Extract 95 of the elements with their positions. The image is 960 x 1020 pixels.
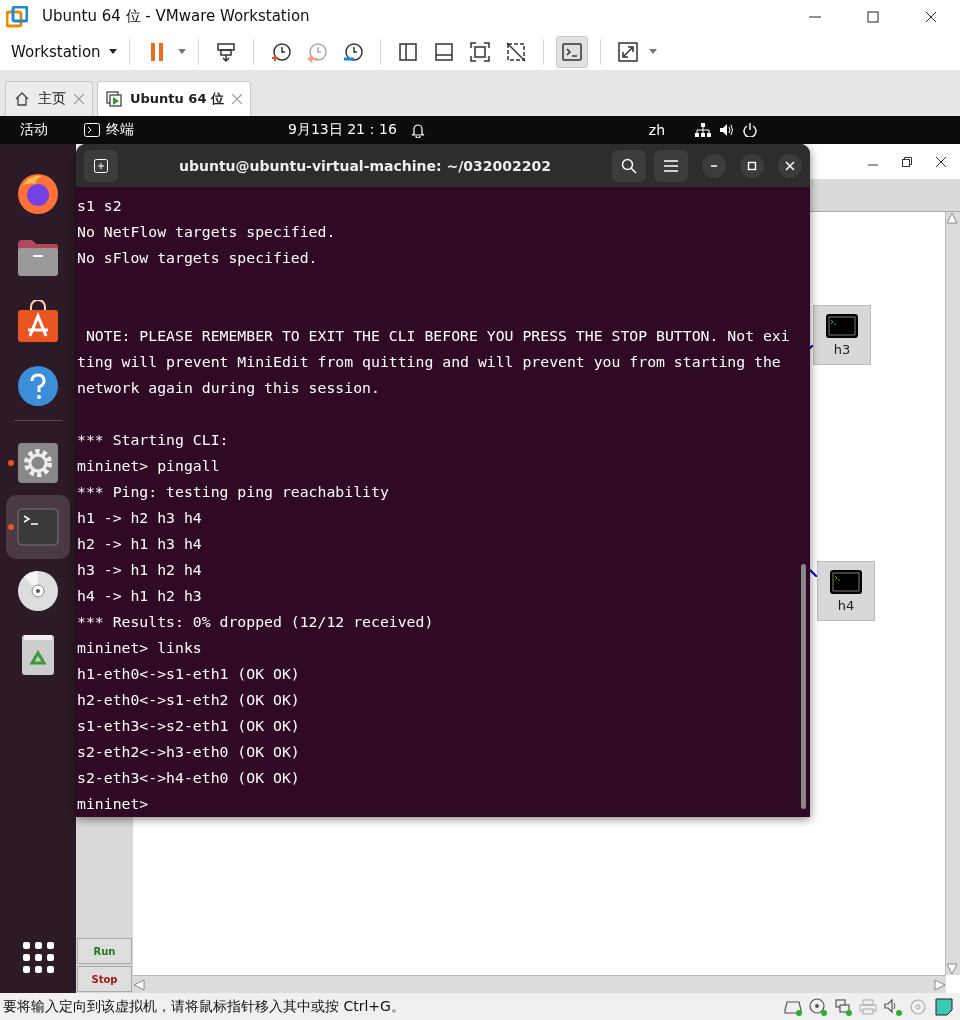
tab-label: 主页 [38, 90, 66, 108]
terminal-line: *** Ping: testing ping reachability [77, 482, 390, 502]
speaker-icon[interactable] [884, 997, 902, 1016]
terminal-line: NOTE: PLEASE REMEMBER TO EXIT THE CLI BEFORE YOU PRESS THE STOP BUTTON. Not exi [84, 326, 791, 346]
maximize-icon[interactable] [867, 10, 879, 23]
horizontal-scrollbar[interactable] [133, 975, 946, 993]
vm-icon [106, 91, 122, 107]
run-button[interactable]: Run [77, 938, 132, 964]
window-title: Ubuntu 64 位 - VMware Workstation [42, 7, 311, 26]
terminal-line: s1 s2 [77, 196, 123, 216]
minimize-icon [708, 164, 720, 167]
menu-button[interactable] [654, 149, 688, 182]
terminal-line: network again during this session. [77, 378, 381, 398]
terminal-line: h1 -> h2 h3 h4 [77, 508, 203, 528]
tab[interactable]: 主页 [5, 81, 93, 116]
menu-icon [664, 159, 678, 172]
add-tab-icon [94, 158, 108, 173]
maximize-icon [746, 159, 758, 172]
sidebar-icon[interactable] [396, 40, 419, 63]
link-line [809, 569, 817, 577]
console-view-icon[interactable] [560, 40, 583, 63]
monitor-icon [826, 313, 858, 338]
scrollbar-thumb[interactable] [801, 564, 806, 809]
node-label: h3 [833, 341, 851, 357]
terminal-icon[interactable] [16, 505, 60, 549]
snapshot-icon[interactable] [269, 40, 292, 63]
app-logo-icon [6, 5, 28, 28]
shopping-bag-icon[interactable] [16, 300, 60, 344]
caret-icon[interactable] [648, 49, 657, 54]
app-name[interactable]: 终端 [106, 121, 134, 139]
terminal-line: h2 -> h1 h3 h4 [77, 534, 203, 554]
close-icon [784, 159, 796, 172]
scroll-right-icon[interactable] [934, 978, 946, 991]
input-method[interactable]: zh [648, 122, 689, 138]
terminal-line: *** Starting CLI: [77, 430, 230, 450]
activities-label[interactable]: 活动 [20, 121, 84, 139]
terminal-line: mininet> links [77, 638, 203, 658]
terminal-line: h4 -> h1 h2 h3 [77, 586, 203, 606]
terminal-line: s2-eth2<->h3-eth0 (OK OK) [77, 742, 301, 762]
host-node[interactable]: h4 [817, 561, 875, 621]
bell-icon [410, 122, 425, 138]
terminal-line: No NetFlow targets specified. [77, 222, 337, 242]
terminal-line: mininet> [77, 794, 150, 814]
terminal-line: No sFlow targets specified. [77, 248, 319, 268]
help-icon[interactable] [16, 364, 60, 408]
status-message: 要将输入定向到该虚拟机，请将鼠标指针移入其中或按 Ctrl+G。 [3, 997, 406, 1016]
search-button[interactable] [612, 149, 646, 182]
running-indicator [8, 460, 14, 466]
volume-icon[interactable] [718, 123, 735, 137]
vertical-scrollbar[interactable] [945, 212, 960, 975]
tab-label: Ubuntu 64 位 [130, 90, 224, 108]
workstation-menu[interactable]: Workstation [11, 42, 117, 61]
thumbnail-bar-icon[interactable] [432, 40, 455, 63]
stretch-icon[interactable] [616, 40, 639, 63]
scroll-down-icon[interactable] [946, 963, 958, 975]
restore-icon[interactable] [902, 156, 912, 167]
network-icon[interactable] [694, 123, 711, 137]
close-icon[interactable] [925, 10, 937, 23]
app-grid-icon[interactable] [22, 941, 54, 973]
home-icon [14, 91, 30, 107]
cd-drive-icon[interactable] [809, 997, 827, 1016]
clock[interactable]: 9月13日 21：16 [288, 121, 397, 139]
gear-icon[interactable] [16, 441, 60, 485]
search-icon [621, 157, 637, 174]
terminal-line: ting will prevent MiniEdit from quitting and will prevent you from starting the [77, 352, 782, 372]
new-tab-button[interactable] [84, 149, 118, 182]
terminal-title: ubuntu@ubuntu-virtual-machine: ~/032002202 [177, 157, 553, 174]
network-adapter-icon[interactable] [834, 997, 852, 1016]
caret-icon [108, 49, 117, 54]
terminal-line: h2-eth0<->s1-eth2 (OK OK) [77, 690, 301, 710]
node-label: h4 [837, 597, 855, 613]
host-node[interactable]: h3 [813, 305, 871, 365]
send-keys-icon[interactable] [214, 40, 237, 63]
stop-button[interactable]: Stop [77, 966, 132, 992]
terminal-line: mininet> pingall [77, 456, 221, 476]
close-icon[interactable] [936, 156, 946, 167]
disc-icon[interactable] [16, 569, 60, 613]
running-indicator [8, 524, 14, 530]
snapshot-manager-icon[interactable] [341, 40, 364, 63]
terminal-line: s2-eth3<->h4-eth0 (OK OK) [77, 768, 301, 788]
monitor-icon [830, 569, 862, 594]
maximize-button[interactable] [740, 153, 764, 178]
tab[interactable]: Ubuntu 64 位 [97, 81, 251, 116]
full-screen-icon[interactable] [468, 40, 491, 63]
close-button[interactable] [778, 153, 802, 178]
unity-icon[interactable] [504, 40, 527, 63]
terminal-line: s1-eth3<->s2-eth1 (OK OK) [77, 716, 301, 736]
power-icon[interactable] [742, 123, 757, 137]
caret-icon[interactable] [177, 49, 186, 54]
browser-icon[interactable] [16, 172, 60, 216]
terminal-line: *** Results: 0% dropped (12/12 received) [77, 612, 435, 632]
terminal-icon [84, 123, 100, 137]
note-icon[interactable] [934, 996, 954, 1017]
terminal-line: h1-eth0<->s1-eth1 (OK OK) [77, 664, 301, 684]
terminal-line: h3 -> h1 h2 h4 [77, 560, 203, 580]
